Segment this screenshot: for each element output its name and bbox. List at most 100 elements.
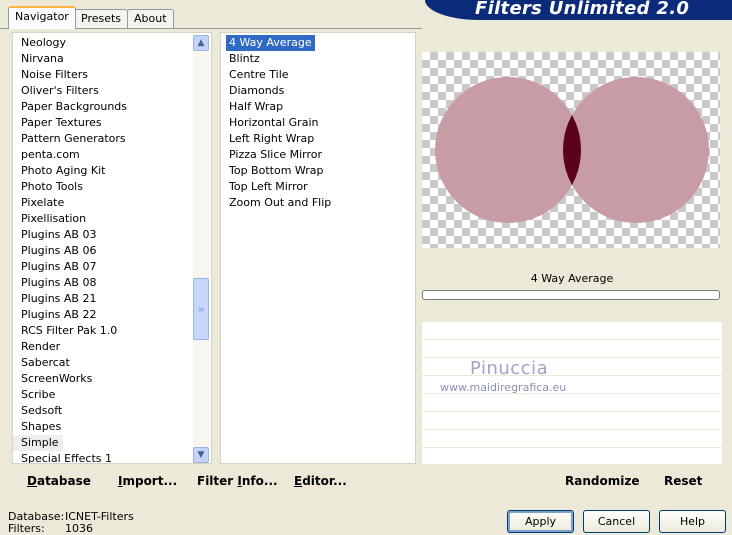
category-label: ScreenWorks bbox=[21, 372, 93, 385]
category-label: Simple bbox=[13, 435, 63, 451]
category-item[interactable]: Photo Aging Kit bbox=[13, 163, 211, 179]
tab-about[interactable]: About bbox=[127, 9, 174, 28]
category-label: Photo Tools bbox=[21, 180, 83, 193]
help-button[interactable]: Help bbox=[659, 510, 726, 533]
category-item[interactable]: Oliver's Filters bbox=[13, 83, 211, 99]
filter-label: 4 Way Average bbox=[226, 35, 315, 51]
category-label: Plugins AB 22 bbox=[21, 308, 97, 321]
filter-label: Blintz bbox=[229, 52, 260, 65]
chevron-down-icon: ▼ bbox=[197, 450, 205, 460]
category-item[interactable]: penta.com bbox=[13, 147, 211, 163]
category-item[interactable]: Pixellisation bbox=[13, 211, 211, 227]
category-label: Noise Filters bbox=[21, 68, 88, 81]
category-item[interactable]: Plugins AB 07 bbox=[13, 259, 211, 275]
category-item[interactable]: Plugins AB 22 bbox=[13, 307, 211, 323]
tab-presets[interactable]: Presets bbox=[74, 9, 129, 28]
parameter-row-divider bbox=[422, 411, 722, 412]
apply-button[interactable]: Apply bbox=[507, 510, 574, 533]
category-label: Sedsoft bbox=[21, 404, 63, 417]
filter-item[interactable]: 4 Way Average bbox=[221, 35, 415, 51]
category-item[interactable]: Nirvana bbox=[13, 51, 211, 67]
filter-item[interactable]: Half Wrap bbox=[221, 99, 415, 115]
chevron-up-icon: ▲ bbox=[197, 38, 205, 48]
category-label: penta.com bbox=[21, 148, 80, 161]
cancel-button[interactable]: Cancel bbox=[583, 510, 650, 533]
filter-label: Diamonds bbox=[229, 84, 285, 97]
filter-item[interactable]: Horizontal Grain bbox=[221, 115, 415, 131]
reset-button[interactable]: Reset bbox=[664, 474, 702, 488]
category-label: Plugins AB 07 bbox=[21, 260, 97, 273]
filter-item[interactable]: Top Bottom Wrap bbox=[221, 163, 415, 179]
filter-item[interactable]: Diamonds bbox=[221, 83, 415, 99]
category-item[interactable]: Noise Filters bbox=[13, 67, 211, 83]
category-item[interactable]: Neology bbox=[13, 35, 211, 51]
filter-info-button[interactable]: Filter Info... bbox=[197, 474, 278, 488]
database-button[interactable]: Database bbox=[27, 474, 91, 488]
preview-image bbox=[422, 52, 720, 248]
category-item[interactable]: Scribe bbox=[13, 387, 211, 403]
filter-list[interactable]: 4 Way Average Blintz Centre Tile Diamonds Ha… bbox=[220, 32, 416, 464]
category-label: Scribe bbox=[21, 388, 56, 401]
filter-item[interactable]: Blintz bbox=[221, 51, 415, 67]
progress-bar bbox=[422, 290, 720, 300]
randomize-button[interactable]: Randomize bbox=[565, 474, 639, 488]
category-item[interactable]: Simple bbox=[13, 435, 211, 451]
filter-item[interactable]: Centre Tile bbox=[221, 67, 415, 83]
filter-label: Left Right Wrap bbox=[229, 132, 315, 145]
filter-item[interactable]: Pizza Slice Mirror bbox=[221, 147, 415, 163]
scroll-down-button[interactable]: ▼ bbox=[193, 447, 209, 463]
filters-count-value: 1036 bbox=[65, 522, 93, 535]
category-item[interactable]: Shapes bbox=[13, 419, 211, 435]
category-item[interactable]: Photo Tools bbox=[13, 179, 211, 195]
category-item[interactable]: Special Effects 1 bbox=[13, 451, 211, 464]
category-item[interactable]: Paper Textures bbox=[13, 115, 211, 131]
tab-navigator[interactable]: Navigator bbox=[8, 6, 76, 29]
category-label: Pattern Generators bbox=[21, 132, 126, 145]
category-item[interactable]: Pixelate bbox=[13, 195, 211, 211]
parameter-row-divider bbox=[422, 339, 722, 340]
parameter-row-divider bbox=[422, 429, 722, 430]
preview-filter-name: 4 Way Average bbox=[530, 272, 614, 285]
category-item[interactable]: Sedsoft bbox=[13, 403, 211, 419]
scroll-up-button[interactable]: ▲ bbox=[193, 35, 209, 51]
banner-title: Filters Unlimited 2.0 bbox=[475, 0, 690, 19]
filter-label: Top Left Mirror bbox=[229, 180, 308, 193]
category-item[interactable]: Pattern Generators bbox=[13, 131, 211, 147]
category-item[interactable]: Plugins AB 06 bbox=[13, 243, 211, 259]
category-label: Render bbox=[21, 340, 61, 353]
category-label: RCS Filter Pak 1.0 bbox=[21, 324, 118, 337]
import-button[interactable]: Import... bbox=[118, 474, 177, 488]
parameter-row-divider bbox=[422, 357, 722, 358]
category-item[interactable]: RCS Filter Pak 1.0 bbox=[13, 323, 211, 339]
category-label: Sabercat bbox=[21, 356, 70, 369]
category-item[interactable]: Paper Backgrounds bbox=[13, 99, 211, 115]
category-list[interactable]: Neology Nirvana Noise Filters Oliver's Filt… bbox=[12, 32, 212, 464]
category-label: Paper Textures bbox=[21, 116, 102, 129]
filter-label: Top Bottom Wrap bbox=[229, 164, 324, 177]
category-item[interactable]: Sabercat bbox=[13, 355, 211, 371]
title-banner: Filters Unlimited 2.0 bbox=[425, 0, 732, 20]
category-label: Plugins AB 03 bbox=[21, 228, 97, 241]
category-scrollbar[interactable]: ▲ ≡ ▼ bbox=[193, 35, 209, 463]
category-item[interactable]: ScreenWorks bbox=[13, 371, 211, 387]
category-item[interactable]: Render bbox=[13, 339, 211, 355]
category-label: Shapes bbox=[21, 420, 62, 433]
filter-item[interactable]: Left Right Wrap bbox=[221, 131, 415, 147]
filters-count-label: Filters: bbox=[8, 522, 45, 535]
editor-button[interactable]: Editor... bbox=[294, 474, 347, 488]
category-label: Plugins AB 06 bbox=[21, 244, 97, 257]
filter-label: Zoom Out and Flip bbox=[229, 196, 332, 209]
preview-graphic bbox=[435, 77, 709, 223]
category-label: Nirvana bbox=[21, 52, 64, 65]
category-label: Plugins AB 21 bbox=[21, 292, 97, 305]
category-item[interactable]: Plugins AB 08 bbox=[13, 275, 211, 291]
category-item[interactable]: Plugins AB 03 bbox=[13, 227, 211, 243]
filter-item[interactable]: Zoom Out and Flip bbox=[221, 195, 415, 211]
filter-label: Half Wrap bbox=[229, 100, 284, 113]
scroll-thumb[interactable]: ≡ bbox=[193, 278, 209, 340]
category-item[interactable]: Plugins AB 21 bbox=[13, 291, 211, 307]
filter-item[interactable]: Top Left Mirror bbox=[221, 179, 415, 195]
category-label: Special Effects 1 bbox=[21, 452, 113, 464]
category-label: Neology bbox=[21, 36, 67, 49]
preview-right-circle bbox=[563, 77, 709, 223]
